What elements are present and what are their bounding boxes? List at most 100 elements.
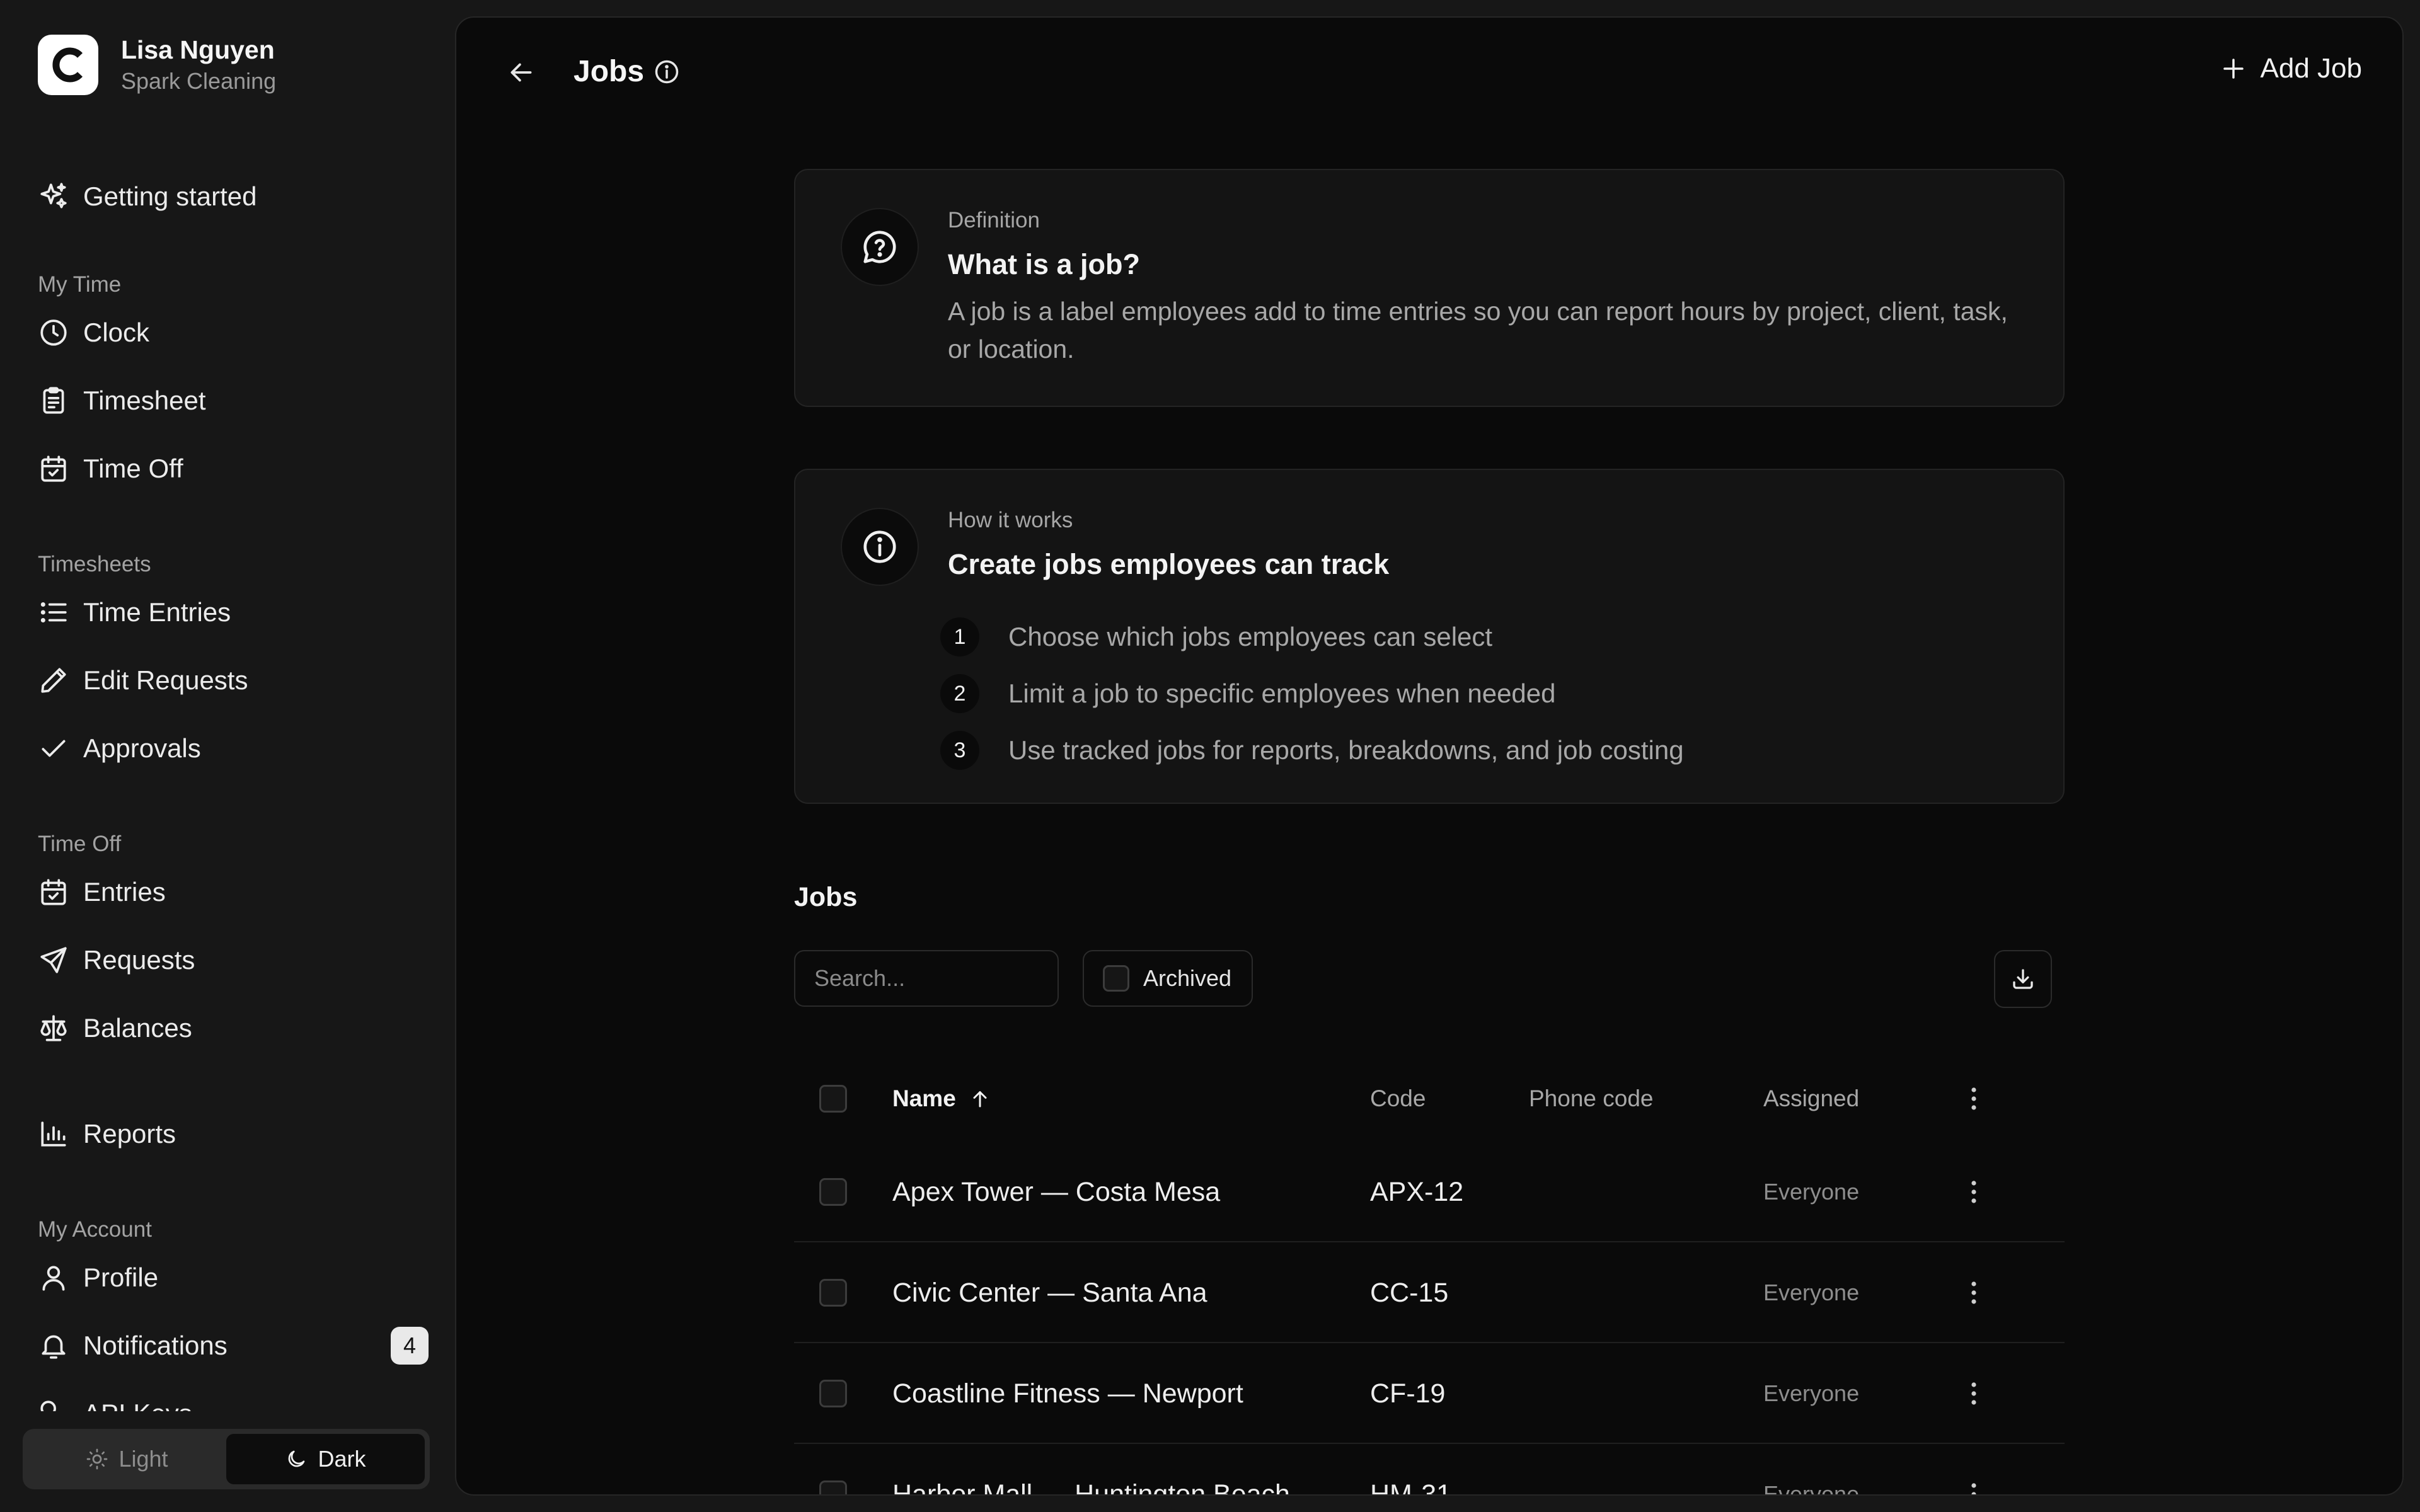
column-name-label: Name: [892, 1085, 956, 1111]
step-text: Use tracked jobs for reports, breakdowns…: [1008, 735, 1684, 765]
more-vertical-icon: [1971, 1181, 1976, 1203]
section-time-off: Time Off: [38, 832, 122, 856]
column-code-header[interactable]: Code: [1370, 1056, 1426, 1142]
scale-icon: [38, 1012, 69, 1044]
jobs-table: Name Code Phone code Assigned Apex Tower…: [794, 1056, 2065, 1496]
column-name-header[interactable]: Name: [892, 1056, 991, 1142]
sidebar-item-clock[interactable]: Clock: [38, 307, 429, 358]
row-menu-button[interactable]: [1956, 1174, 1991, 1210]
back-button[interactable]: [505, 57, 537, 88]
calendar-check-icon: [38, 453, 69, 484]
sidebar-item-label: Requests: [83, 945, 195, 975]
sidebar-item-time-entries[interactable]: Time Entries: [38, 587, 429, 638]
sparkles-icon: [38, 181, 69, 212]
sidebar-item-label: Time Entries: [83, 597, 231, 627]
bar-chart-icon: [38, 1118, 69, 1150]
jobs-section-title: Jobs: [794, 882, 858, 912]
page-title: Jobs: [573, 55, 645, 88]
pencil-icon: [38, 665, 69, 696]
sidebar-item-label: Timesheet: [83, 386, 206, 415]
row-menu-button[interactable]: [1956, 1477, 1991, 1494]
column-assigned-header[interactable]: Assigned: [1763, 1056, 1859, 1142]
job-name: Apex Tower — Costa Mesa: [892, 1176, 1221, 1207]
row-menu-button[interactable]: [1956, 1275, 1991, 1310]
download-button[interactable]: [1994, 950, 2052, 1008]
step-text: Choose which jobs employees can select: [1008, 622, 1493, 651]
table-row[interactable]: Coastline Fitness — Newport CF-19 Everyo…: [794, 1343, 2065, 1444]
moon-icon: [289, 1450, 305, 1467]
add-job-button[interactable]: Add Job: [2220, 53, 2362, 84]
sidebar-item-profile[interactable]: Profile: [38, 1252, 429, 1303]
job-code: CC-15: [1370, 1277, 1449, 1308]
sidebar: Lisa Nguyen Spark Cleaning Getting start…: [0, 0, 454, 1512]
sidebar-item-label: Reports: [83, 1119, 176, 1148]
sidebar-item-timesheet[interactable]: Timesheet: [38, 375, 429, 426]
table-row[interactable]: Civic Center — Santa Ana CC-15 Everyone: [794, 1242, 2065, 1343]
definition-title: What is a job?: [948, 248, 1141, 280]
sidebar-item-getting-started[interactable]: Getting started: [38, 171, 429, 222]
table-row[interactable]: Apex Tower — Costa Mesa APX-12 Everyone: [794, 1142, 2065, 1242]
sidebar-item-label: Notifications: [83, 1331, 228, 1360]
job-assigned: Everyone: [1763, 1380, 1860, 1406]
row-checkbox[interactable]: [819, 1279, 847, 1307]
info-circle-icon: [841, 508, 919, 586]
sidebar-item-label: Edit Requests: [83, 665, 248, 695]
sidebar-item-label: Approvals: [83, 733, 201, 763]
table-row[interactable]: Harbor Mall — Huntington Beach HM-31 Eve…: [794, 1444, 2065, 1496]
sidebar-item-requests[interactable]: Requests: [38, 935, 429, 985]
steps-list: 1 Choose which jobs employees can select…: [940, 609, 1684, 779]
sidebar-item-approvals[interactable]: Approvals: [38, 723, 429, 774]
key-icon: [38, 1398, 69, 1411]
section-timesheets: Timesheets: [38, 552, 151, 576]
sidebar-item-api-keys[interactable]: API Keys: [38, 1389, 429, 1411]
page-header: Jobs Add Job: [456, 18, 2402, 125]
download-icon: [2013, 969, 2033, 989]
notifications-badge: 4: [391, 1327, 429, 1365]
archived-filter[interactable]: Archived: [1083, 950, 1253, 1007]
job-code: CF-19: [1370, 1378, 1446, 1409]
column-phone-code-header[interactable]: Phone code: [1529, 1056, 1654, 1142]
select-all-checkbox[interactable]: [819, 1085, 847, 1113]
how-title: Create jobs employees can track: [948, 548, 1390, 580]
columns-menu-button[interactable]: [1956, 1081, 1991, 1116]
clock-icon: [38, 317, 69, 348]
add-job-label: Add Job: [2260, 53, 2362, 84]
main-panel: Jobs Add Job Definition What is a job? A…: [455, 16, 2404, 1496]
sidebar-nav: Getting started My Time Clock Timesheet …: [0, 164, 454, 1411]
row-checkbox[interactable]: [819, 1480, 847, 1494]
row-checkbox[interactable]: [819, 1380, 847, 1407]
check-icon: [38, 733, 69, 764]
row-checkbox[interactable]: [819, 1178, 847, 1206]
sidebar-item-balances[interactable]: Balances: [38, 1003, 429, 1053]
sidebar-item-label: Balances: [83, 1013, 192, 1043]
arrow-left-icon: [510, 63, 532, 82]
archived-checkbox[interactable]: [1103, 965, 1129, 992]
more-vertical-icon: [1971, 1382, 1976, 1405]
more-vertical-icon: [1971, 1087, 1976, 1110]
definition-card: Definition What is a job? A job is a lab…: [794, 169, 2065, 407]
job-assigned: Everyone: [1763, 1481, 1860, 1496]
more-vertical-icon: [1971, 1281, 1976, 1304]
theme-light-label: Light: [118, 1446, 168, 1472]
account-switcher[interactable]: Lisa Nguyen Spark Cleaning: [38, 34, 276, 96]
search-input[interactable]: [794, 950, 1059, 1007]
section-my-account: My Account: [38, 1217, 152, 1242]
table-header: Name Code Phone code Assigned: [794, 1056, 2065, 1142]
sidebar-item-edit-requests[interactable]: Edit Requests: [38, 655, 429, 706]
clipboard-icon: [38, 385, 69, 416]
plus-icon: [2223, 59, 2244, 79]
theme-light-button[interactable]: Light: [28, 1434, 226, 1484]
send-icon: [38, 944, 69, 976]
user-name: Lisa Nguyen: [121, 35, 275, 64]
row-menu-button[interactable]: [1956, 1376, 1991, 1411]
sidebar-item-reports[interactable]: Reports: [38, 1109, 429, 1159]
company-logo: [38, 35, 98, 95]
sidebar-item-time-off[interactable]: Time Off: [38, 444, 429, 494]
theme-dark-button[interactable]: Dark: [226, 1434, 425, 1484]
info-button[interactable]: [653, 58, 681, 86]
how-it-works-card: How it works Create jobs employees can t…: [794, 469, 2065, 804]
archived-label: Archived: [1143, 965, 1232, 991]
sidebar-item-entries[interactable]: Entries: [38, 867, 429, 917]
sidebar-item-label: Profile: [83, 1263, 159, 1292]
sidebar-item-notifications[interactable]: Notifications 4: [38, 1320, 429, 1371]
